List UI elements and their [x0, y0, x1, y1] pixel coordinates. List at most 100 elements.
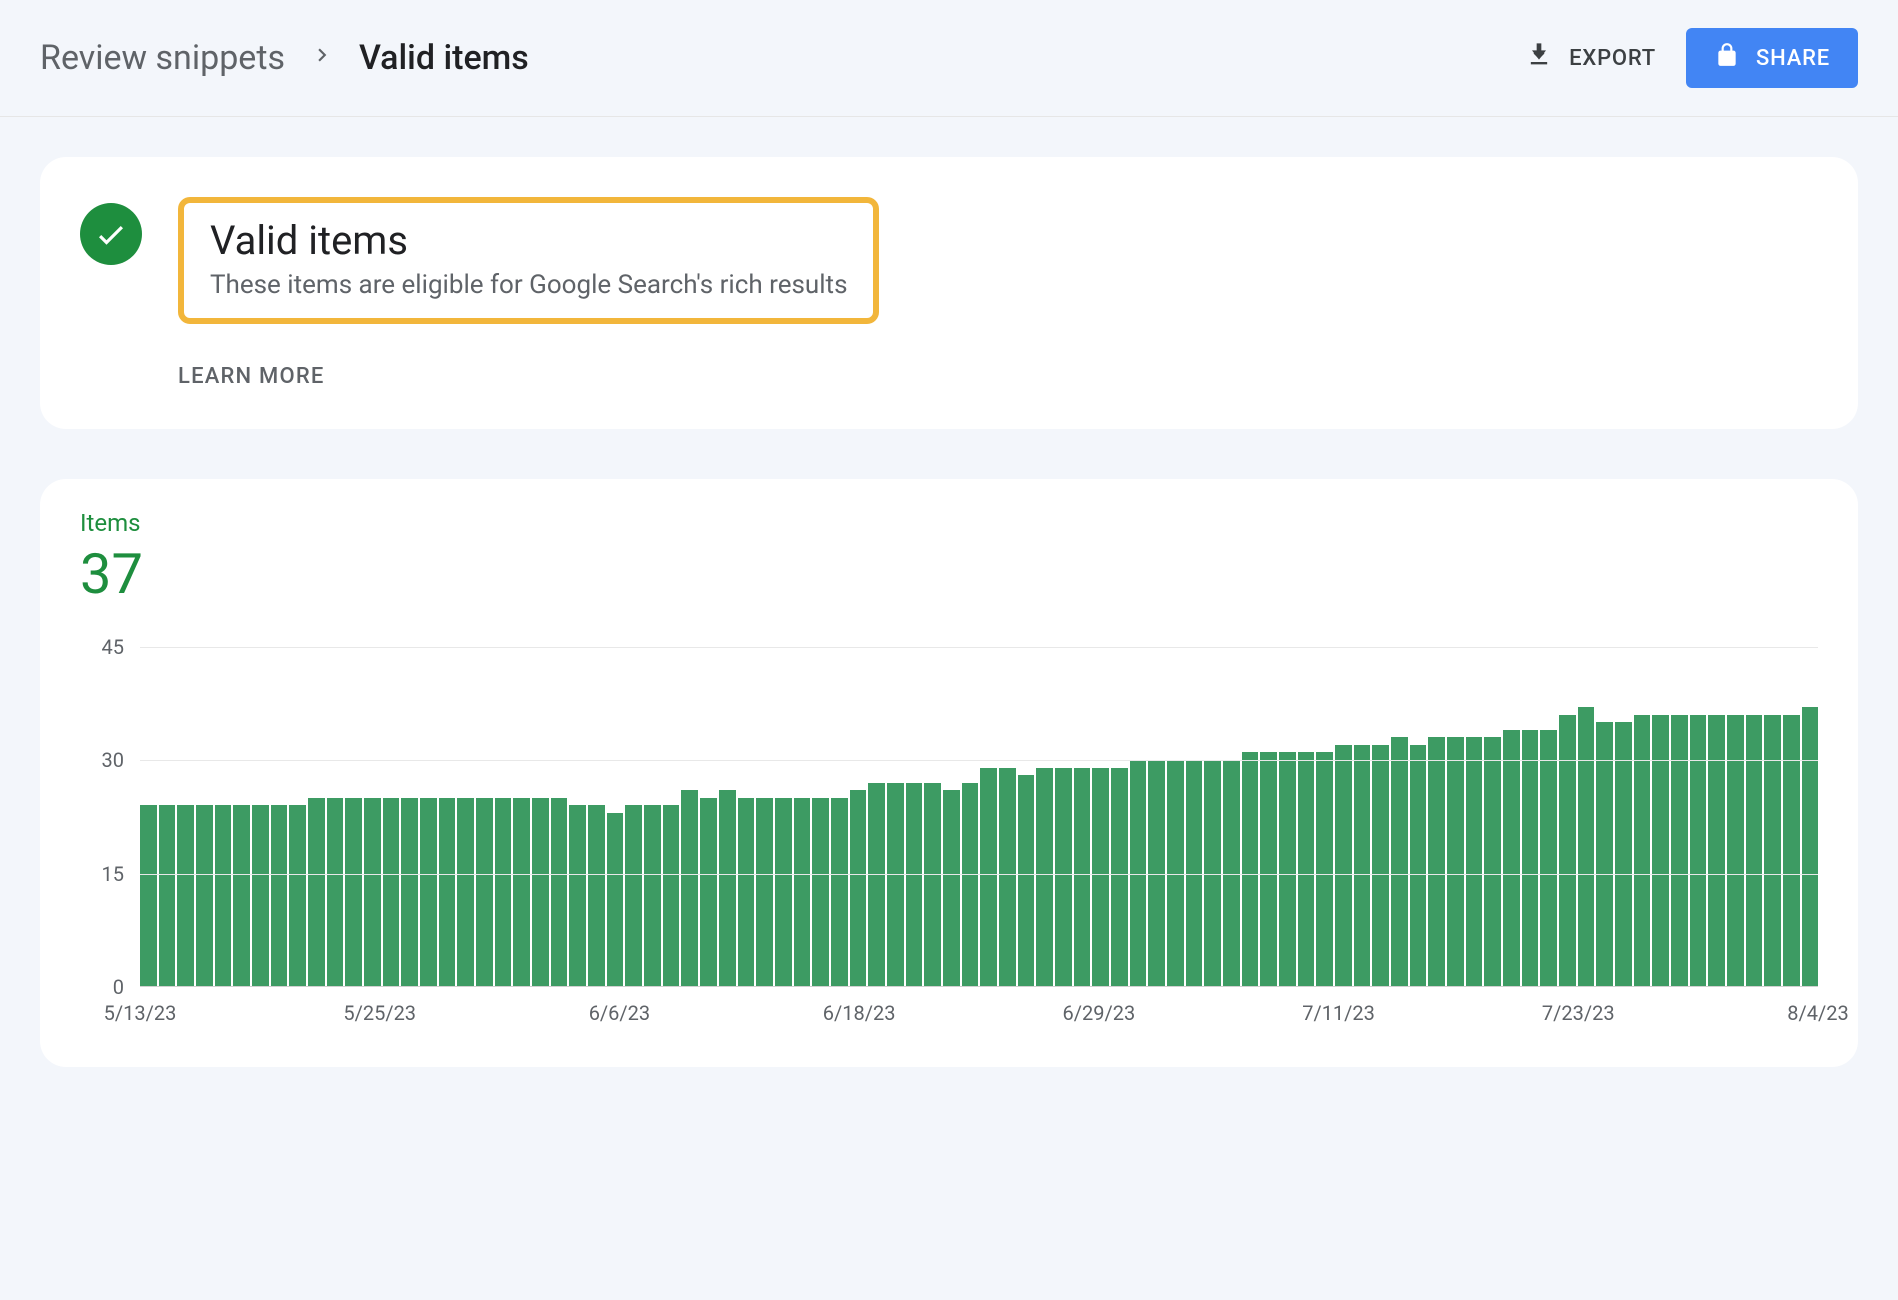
y-axis: 0153045	[80, 647, 140, 987]
bar[interactable]	[1410, 745, 1427, 986]
bar[interactable]	[1354, 745, 1371, 986]
bar[interactable]	[1428, 737, 1445, 986]
bar[interactable]	[887, 783, 904, 986]
bar[interactable]	[943, 790, 960, 986]
share-label: SHARE	[1756, 46, 1830, 71]
bar[interactable]	[327, 798, 344, 986]
bar[interactable]	[588, 805, 605, 986]
chart-area: 0153045	[80, 647, 1818, 987]
y-tick-label: 45	[102, 635, 124, 659]
bar[interactable]	[999, 768, 1016, 986]
bar[interactable]	[551, 798, 568, 986]
x-tick-label: 5/13/23	[104, 1001, 177, 1025]
bar[interactable]	[1503, 730, 1520, 986]
bar[interactable]	[1559, 715, 1576, 986]
bar[interactable]	[1690, 715, 1707, 986]
bar[interactable]	[1727, 715, 1744, 986]
y-tick-label: 30	[102, 748, 124, 772]
bar[interactable]	[233, 805, 250, 986]
bar[interactable]	[383, 798, 400, 986]
bar[interactable]	[1055, 768, 1072, 986]
bar[interactable]	[1708, 715, 1725, 986]
bar[interactable]	[1802, 707, 1819, 986]
bar[interactable]	[868, 783, 885, 986]
bar[interactable]	[719, 790, 736, 986]
bar[interactable]	[1746, 715, 1763, 986]
bar[interactable]	[457, 798, 474, 986]
bar[interactable]	[1596, 722, 1613, 986]
bar[interactable]	[1671, 715, 1688, 986]
bar[interactable]	[756, 798, 773, 986]
bars-container	[140, 647, 1818, 986]
bar[interactable]	[625, 805, 642, 986]
bar[interactable]	[1018, 775, 1035, 986]
chart: 0153045 5/13/235/25/236/6/236/18/236/29/…	[80, 647, 1818, 1027]
download-icon	[1525, 41, 1553, 75]
export-button[interactable]: EXPORT	[1525, 41, 1656, 75]
bar[interactable]	[681, 790, 698, 986]
bar[interactable]	[1260, 752, 1277, 986]
bar[interactable]	[1111, 768, 1128, 986]
bar[interactable]	[1036, 768, 1053, 986]
bar[interactable]	[159, 805, 176, 986]
bar[interactable]	[1298, 752, 1315, 986]
bar[interactable]	[962, 783, 979, 986]
bar[interactable]	[439, 798, 456, 986]
bar[interactable]	[1242, 752, 1259, 986]
bar[interactable]	[980, 768, 997, 986]
bar[interactable]	[1391, 737, 1408, 986]
bar[interactable]	[1783, 715, 1800, 986]
bar[interactable]	[906, 783, 923, 986]
bar[interactable]	[476, 798, 493, 986]
bar[interactable]	[831, 798, 848, 986]
bar[interactable]	[1484, 737, 1501, 986]
bar[interactable]	[308, 798, 325, 986]
bar[interactable]	[215, 805, 232, 986]
bar[interactable]	[1615, 722, 1632, 986]
bar[interactable]	[700, 798, 717, 986]
bar[interactable]	[1092, 768, 1109, 986]
bar[interactable]	[1522, 730, 1539, 986]
metric-value: 37	[80, 541, 1818, 607]
breadcrumb-parent[interactable]: Review snippets	[40, 38, 285, 78]
bar[interactable]	[569, 805, 586, 986]
bar[interactable]	[738, 798, 755, 986]
bar[interactable]	[140, 805, 157, 986]
bar[interactable]	[607, 813, 624, 986]
bar[interactable]	[1764, 715, 1781, 986]
bar[interactable]	[401, 798, 418, 986]
bar[interactable]	[775, 798, 792, 986]
bar[interactable]	[1316, 752, 1333, 986]
learn-more-link[interactable]: LEARN MORE	[178, 364, 879, 389]
bar[interactable]	[1466, 737, 1483, 986]
bar[interactable]	[1634, 715, 1651, 986]
bar[interactable]	[177, 805, 194, 986]
bar[interactable]	[663, 805, 680, 986]
share-button[interactable]: SHARE	[1686, 28, 1858, 88]
bar[interactable]	[532, 798, 549, 986]
bar[interactable]	[644, 805, 661, 986]
bar[interactable]	[271, 805, 288, 986]
bar[interactable]	[850, 790, 867, 986]
bar[interactable]	[1652, 715, 1669, 986]
bar[interactable]	[1447, 737, 1464, 986]
bar[interactable]	[196, 805, 213, 986]
bar[interactable]	[1540, 730, 1557, 986]
bar[interactable]	[513, 798, 530, 986]
chevron-right-icon	[309, 42, 335, 75]
bar[interactable]	[495, 798, 512, 986]
bar[interactable]	[1074, 768, 1091, 986]
bar[interactable]	[364, 798, 381, 986]
bar[interactable]	[345, 798, 362, 986]
bar[interactable]	[1279, 752, 1296, 986]
bar[interactable]	[794, 798, 811, 986]
bar[interactable]	[252, 805, 269, 986]
x-tick-label: 5/25/23	[343, 1001, 416, 1025]
bar[interactable]	[420, 798, 437, 986]
bar[interactable]	[1578, 707, 1595, 986]
bar[interactable]	[289, 805, 306, 986]
bar[interactable]	[924, 783, 941, 986]
bar[interactable]	[812, 798, 829, 986]
bar[interactable]	[1335, 745, 1352, 986]
bar[interactable]	[1372, 745, 1389, 986]
